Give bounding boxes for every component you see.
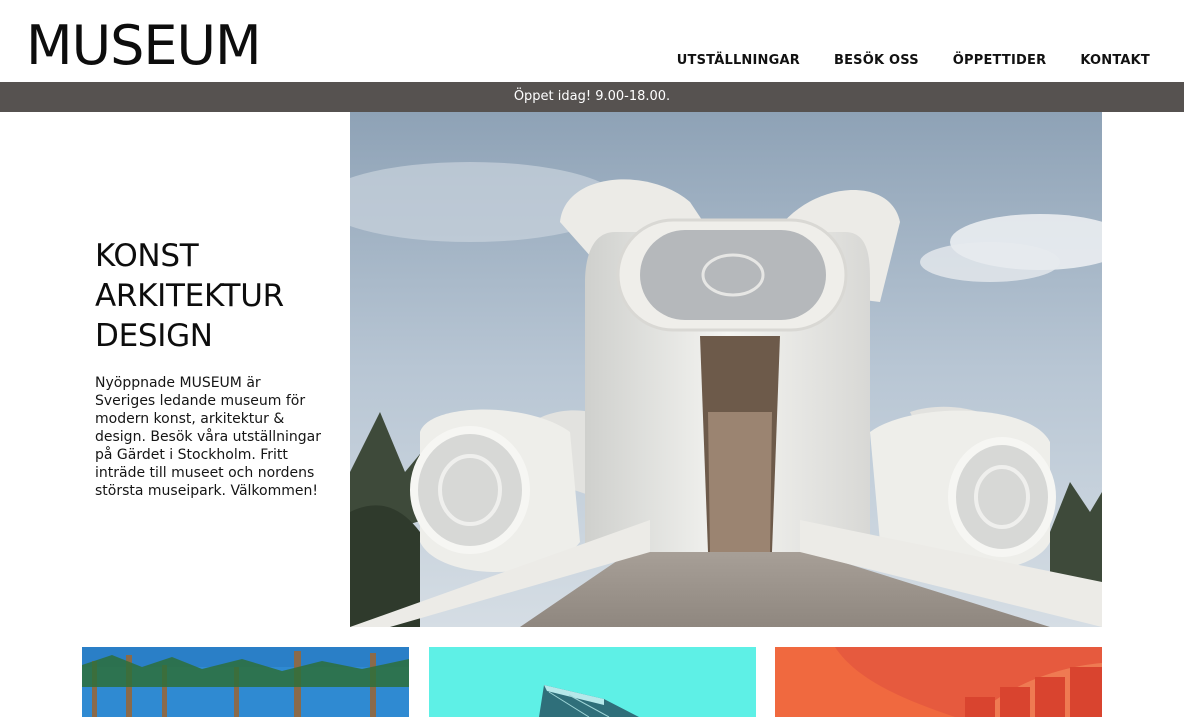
intro-section: KONST ARKITEKTUR DESIGN Nyöppnade MUSEUM… [95,236,321,500]
opening-hours-banner: Öppet idag! 9.00-18.00. [0,82,1184,112]
card-image-palm-trees[interactable] [82,647,409,717]
card-image-red-staircase[interactable] [775,647,1102,717]
nav-item-utstallningar[interactable]: UTSTÄLLNINGAR [677,52,800,70]
intro-heading: KONST ARKITEKTUR DESIGN [95,236,321,356]
intro-description: Nyöppnade MUSEUM är Sveriges ledande mus… [95,375,321,499]
heading-line-konst: KONST [95,238,199,274]
nav-item-kontakt[interactable]: KONTAKT [1080,52,1150,70]
museum-logo[interactable]: MUSEUM [26,14,262,78]
nav-item-oppettider[interactable]: ÖPPETTIDER [953,52,1047,70]
nav-item-besok-oss[interactable]: BESÖK OSS [834,52,919,70]
main-nav: UTSTÄLLNINGAR BESÖK OSS ÖPPETTIDER KONTA… [677,52,1150,70]
heading-line-arkitektur: ARKITEKTUR [95,278,284,314]
card-image-glass-structure[interactable] [429,647,756,717]
heading-line-design: DESIGN [95,318,213,354]
hero-image [350,112,1102,627]
